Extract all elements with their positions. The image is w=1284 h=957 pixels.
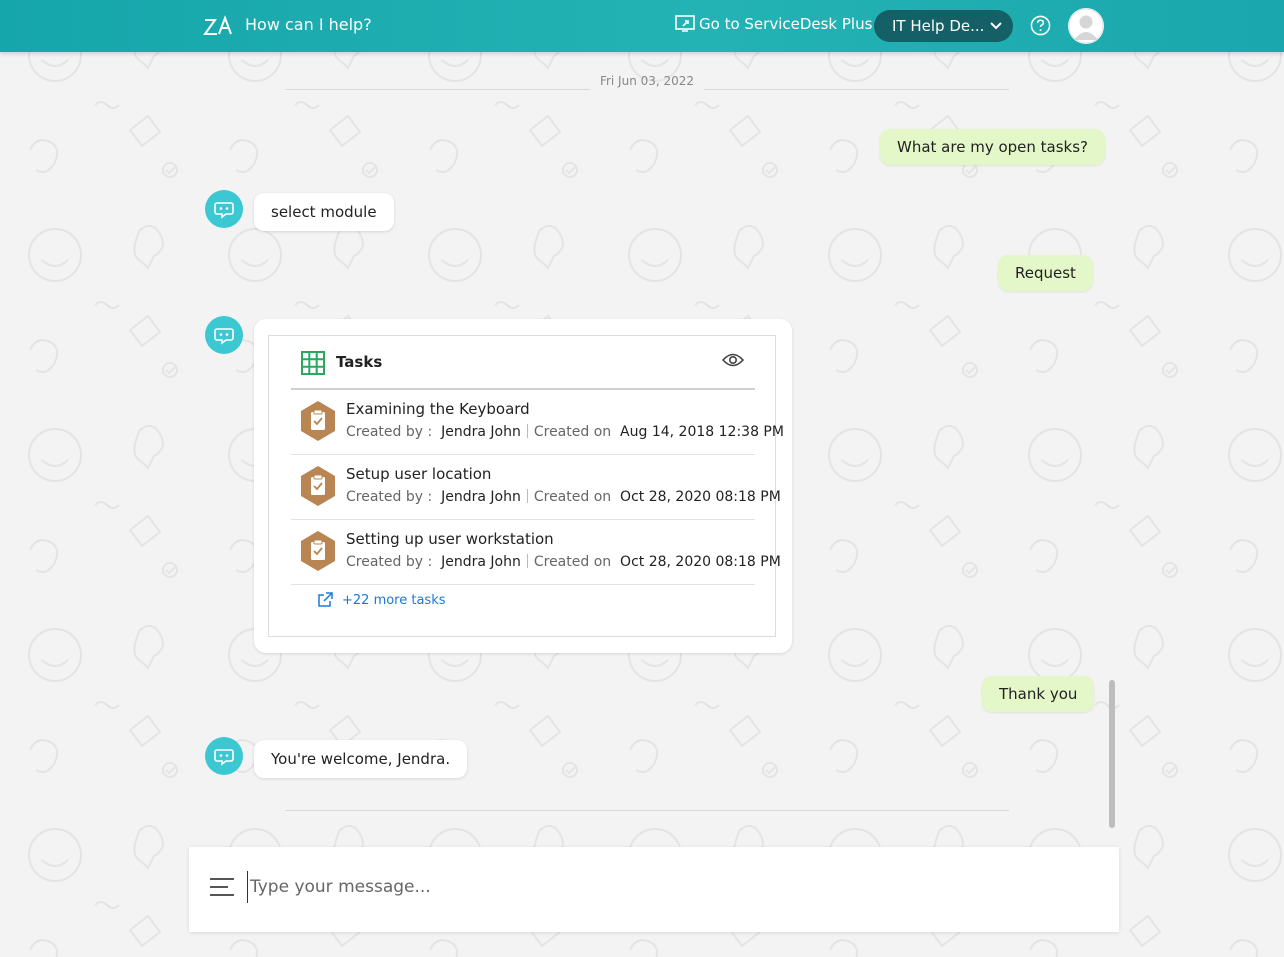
date-label: Fri Jun 03, 2022 xyxy=(599,74,695,88)
task-clipboard-icon xyxy=(301,466,335,506)
tasks-card-inner: Tasks Examining the Keyboard Created by … xyxy=(268,335,784,637)
more-tasks-link[interactable]: +22 more tasks xyxy=(317,592,446,608)
tasks-card-header: Tasks xyxy=(291,336,755,390)
task-meta: Created by : Jendra John Created on Oct 2… xyxy=(346,489,781,505)
task-clipboard-icon xyxy=(301,531,335,571)
task-created-on: Aug 14, 2018 12:38 PM xyxy=(620,424,784,440)
menu-icon[interactable] xyxy=(209,877,235,897)
user-message: Request xyxy=(998,255,1093,291)
zia-logo-icon xyxy=(203,15,232,35)
table-grid-icon xyxy=(301,351,325,375)
user-message: What are my open tasks? xyxy=(880,129,1106,165)
task-item[interactable]: Setting up user workstation Created by :… xyxy=(291,520,781,585)
task-created-on: Oct 28, 2020 08:18 PM xyxy=(620,554,781,570)
external-link-icon xyxy=(318,592,333,607)
task-clipboard-icon xyxy=(301,401,335,441)
question-circle-icon[interactable] xyxy=(1030,15,1051,36)
eye-icon[interactable] xyxy=(722,352,744,368)
task-created-by: Jendra John xyxy=(441,424,521,440)
task-meta: Created by : Jendra John Created on Aug 1… xyxy=(346,424,784,440)
task-item[interactable]: Examining the Keyboard Created by : Jend… xyxy=(291,390,784,455)
task-title: Setup user location xyxy=(346,465,492,483)
message-composer xyxy=(189,847,1119,932)
instance-label: IT Help De... xyxy=(892,17,985,35)
instance-dropdown[interactable]: IT Help De... xyxy=(874,10,1013,42)
task-created-by: Jendra John xyxy=(441,554,521,570)
top-bar: How can I help? Go to ServiceDesk Plus I… xyxy=(0,0,1284,52)
message-input[interactable] xyxy=(247,871,1092,903)
bot-avatar-icon xyxy=(205,190,243,228)
external-window-icon xyxy=(675,15,695,32)
task-created-on: Oct 28, 2020 08:18 PM xyxy=(620,489,781,505)
tasks-card-title: Tasks xyxy=(336,353,383,371)
task-meta: Created by : Jendra John Created on Oct 2… xyxy=(346,554,781,570)
bot-message: select module xyxy=(254,193,394,231)
task-title: Setting up user workstation xyxy=(346,530,554,548)
go-to-servicedesk-link[interactable]: Go to ServiceDesk Plus xyxy=(675,15,872,33)
tasks-card: Tasks Examining the Keyboard Created by … xyxy=(254,319,792,653)
app-title: How can I help? xyxy=(245,15,372,34)
task-created-by: Jendra John xyxy=(441,489,521,505)
bot-avatar-icon xyxy=(205,737,243,775)
date-separator: Fri Jun 03, 2022 xyxy=(285,74,1009,90)
task-title: Examining the Keyboard xyxy=(346,400,530,418)
bot-message: You're welcome, Jendra. xyxy=(254,740,468,778)
more-tasks-label: +22 more tasks xyxy=(342,592,446,608)
user-message: Thank you xyxy=(982,676,1095,712)
go-to-servicedesk-label: Go to ServiceDesk Plus xyxy=(699,15,873,33)
chat-scrollbar[interactable] xyxy=(1109,680,1115,828)
user-avatar-icon[interactable] xyxy=(1068,8,1104,44)
chevron-down-icon xyxy=(990,22,1003,30)
task-item[interactable]: Setup user location Created by : Jendra … xyxy=(291,455,781,520)
bot-avatar-icon xyxy=(205,316,243,354)
divider xyxy=(285,810,1009,811)
